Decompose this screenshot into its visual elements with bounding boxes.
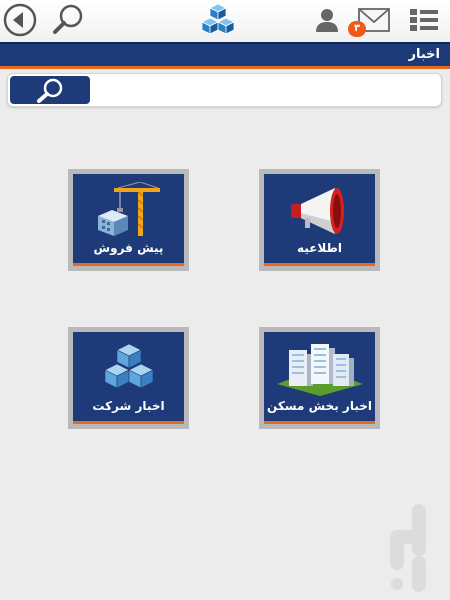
unread-count-badge: ۳ xyxy=(348,21,366,37)
back-arrow-icon xyxy=(3,3,37,37)
megaphone-icon xyxy=(290,188,344,234)
messages-button[interactable]: ۳ xyxy=(346,3,392,37)
cubes-icon xyxy=(103,343,154,389)
search-input[interactable] xyxy=(96,76,436,104)
tile-announcement-panel: اطلاعیه xyxy=(264,174,375,266)
menu-button[interactable] xyxy=(404,3,444,37)
search-icon xyxy=(37,78,63,103)
tile-announcement[interactable]: اطلاعیه xyxy=(259,169,380,271)
profile-button[interactable] xyxy=(312,3,342,37)
app-logo xyxy=(192,3,244,37)
tile-housing-news-panel: اخبار بخش مسکن xyxy=(264,332,375,424)
tile-company-news[interactable]: اخبار شرکت xyxy=(68,327,189,429)
page-title: اخبار xyxy=(408,47,441,62)
store-watermark-logo xyxy=(384,500,440,596)
construction-crane-icon xyxy=(97,182,160,236)
user-icon xyxy=(316,9,338,32)
top-toolbar: ۳ xyxy=(0,0,450,42)
buildings-icon xyxy=(276,344,363,396)
tile-presale[interactable]: پیش فروش xyxy=(68,169,189,271)
bazaar-logo-icon xyxy=(390,504,426,592)
grid-menu-icon xyxy=(410,9,438,31)
tile-announcement-label: اطلاعیه xyxy=(297,241,342,255)
search-icon xyxy=(53,4,83,34)
search-toggle-button[interactable] xyxy=(50,3,86,37)
search-bar xyxy=(7,73,442,107)
tile-company-news-label: اخبار شرکت xyxy=(92,399,165,413)
cubes-logo-icon xyxy=(201,3,235,35)
tile-housing-news[interactable]: اخبار بخش مسکن xyxy=(259,327,380,429)
tile-housing-news-label: اخبار بخش مسکن xyxy=(267,399,372,413)
tile-presale-panel: پیش فروش xyxy=(73,174,184,266)
search-button[interactable] xyxy=(10,76,90,104)
section-title-bar: اخبار xyxy=(0,42,450,69)
back-button[interactable] xyxy=(2,3,38,37)
tile-company-news-panel: اخبار شرکت xyxy=(73,332,184,424)
tile-presale-label: پیش فروش xyxy=(93,241,164,255)
